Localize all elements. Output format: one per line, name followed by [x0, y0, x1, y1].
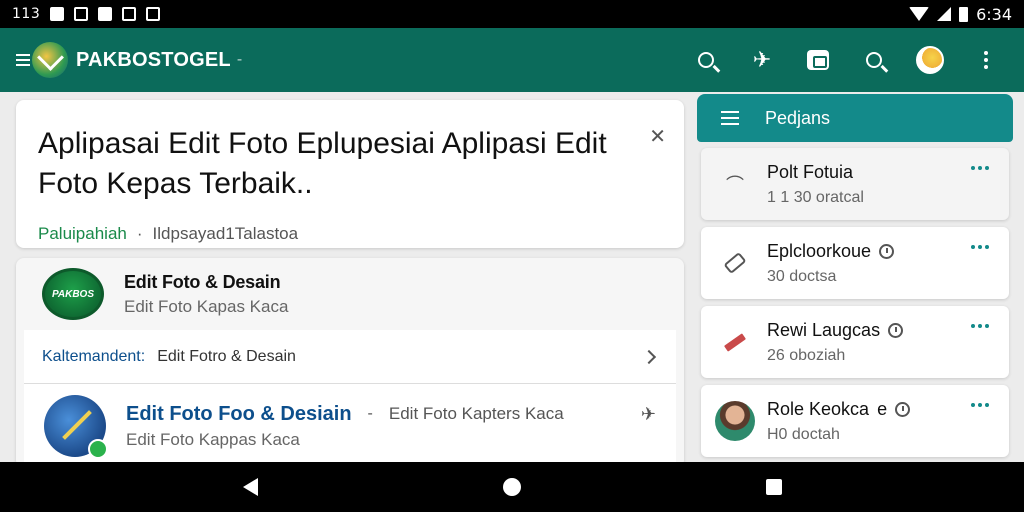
meta-text: Ildpsayad1Talastoa — [152, 224, 299, 243]
battery-icon — [959, 6, 969, 22]
avatar — [916, 46, 944, 74]
side-item-sub: 26 oboziah — [767, 346, 846, 364]
search-button[interactable] — [692, 46, 720, 74]
close-icon[interactable]: ✕ — [649, 124, 666, 149]
side-item[interactable]: Eplcloorkoue 30 doctsa — [701, 227, 1009, 299]
app-extra-text: Edit Foto Kapters Kaca — [388, 404, 564, 423]
pin-button[interactable]: ✈ — [748, 46, 776, 74]
main-card[interactable]: Aplipasai Edit Foto Eplupesiai Aplipasi … — [16, 100, 684, 248]
image-icon — [122, 7, 137, 21]
more-horiz-icon[interactable] — [971, 245, 989, 249]
clock-icon — [895, 401, 911, 417]
side-item-title-extra: e — [877, 398, 888, 419]
side-item-sub: H0 doctah — [767, 425, 840, 443]
profile-button[interactable] — [916, 46, 944, 74]
meta-separator: · — [136, 224, 143, 243]
tag-icon — [721, 249, 749, 277]
side-item-title: Rewi Laugcas — [767, 319, 881, 340]
side-panel-title: Pedjans — [765, 107, 831, 128]
notification-icon — [50, 7, 65, 21]
record-icon — [74, 7, 89, 21]
side-item-sub: 30 doctsa — [767, 267, 837, 285]
recents-button[interactable] — [765, 479, 782, 495]
app-notification-icon — [98, 7, 113, 21]
app-logo-icon: PAKBOS — [42, 268, 104, 320]
app-subtitle: Edit Foto Kappas Kaca — [126, 429, 300, 449]
avatar — [715, 401, 755, 441]
signal-icon — [937, 7, 952, 21]
side-item-sub: 1 1 30 oratcal — [767, 188, 864, 206]
separator: - — [367, 405, 373, 422]
lock-icon — [146, 7, 161, 21]
more-options-button[interactable] — [972, 46, 1000, 74]
search-icon — [698, 52, 714, 68]
pin-icon: ✈ — [752, 47, 772, 72]
pen-icon — [721, 328, 749, 356]
chart-icon: ⌒ — [726, 175, 744, 195]
category-value: Edit Fotro & Desain — [157, 347, 296, 365]
app-subtitle: Edit Foto Kapas Kaca — [124, 296, 289, 316]
menu-icon[interactable] — [721, 111, 739, 125]
home-button[interactable] — [502, 478, 521, 496]
main-meta: Paluipahiah · Ildpsayad1Talastoa — [38, 224, 662, 244]
side-item[interactable]: Role Keokca e H0 doctah — [701, 385, 1009, 457]
back-button[interactable] — [242, 478, 258, 496]
more-horiz-icon[interactable] — [971, 403, 989, 407]
side-item-title: Role Keokca — [767, 398, 870, 419]
side-panel-header[interactable]: Pedjans — [697, 94, 1013, 142]
app-list-card: PAKBOS Edit Foto & Desain Edit Foto Kapa… — [16, 258, 684, 468]
badge-icon — [88, 439, 108, 459]
search-button-2[interactable] — [860, 46, 888, 74]
pin-icon[interactable]: ✈ — [641, 404, 656, 425]
status-time-left: 113 — [12, 6, 41, 22]
side-item[interactable]: Rewi Laugcas 26 oboziah — [701, 306, 1009, 378]
menu-icon[interactable] — [16, 54, 30, 66]
app-logo-icon — [32, 42, 68, 78]
status-bar: 113 6:34 — [0, 0, 1024, 28]
chevron-right-icon — [641, 349, 657, 364]
content-area: Aplipasai Edit Foto Eplupesiai Aplipasi … — [0, 92, 1024, 468]
navigation-bar — [0, 462, 1024, 512]
more-horiz-icon[interactable] — [971, 166, 989, 170]
app-name[interactable]: Edit Foto Foo & Desiain — [126, 403, 352, 426]
category-row[interactable]: Kaltemandent: Edit Fotro & Desain — [24, 330, 676, 384]
meta-category[interactable]: Paluipahiah — [38, 224, 127, 244]
side-item-title: Eplcloorkoue — [767, 240, 872, 261]
more-vert-icon — [984, 51, 988, 69]
search-icon — [866, 52, 882, 68]
chat-button[interactable] — [804, 46, 832, 74]
app-title-suffix: - — [236, 51, 243, 68]
app-title: PAKBOSTOGEL — [76, 48, 231, 71]
app-bar: PAKBOSTOGEL - ✈ — [0, 28, 1024, 92]
side-item-title: Polt Fotuia — [767, 161, 854, 182]
app-name: Edit Foto & Desain — [124, 271, 281, 292]
list-item[interactable]: Edit Foto Foo & Desiain - Edit Foto Kapt… — [24, 384, 676, 468]
side-item[interactable]: ⌒ Polt Fotuia 1 1 30 oratcal — [701, 148, 1009, 220]
clock-icon — [879, 243, 895, 259]
status-clock: 6:34 — [976, 4, 1012, 24]
chat-icon — [807, 50, 829, 70]
list-item[interactable]: PAKBOS Edit Foto & Desain Edit Foto Kapa… — [16, 258, 684, 330]
clock-icon — [888, 322, 904, 338]
app-logo-icon — [44, 395, 108, 459]
wifi-icon — [909, 7, 930, 21]
category-label: Kaltemandent: — [42, 347, 146, 365]
more-horiz-icon[interactable] — [971, 324, 989, 328]
main-title: Aplipasai Edit Foto Eplupesiai Aplipasi … — [38, 127, 607, 200]
